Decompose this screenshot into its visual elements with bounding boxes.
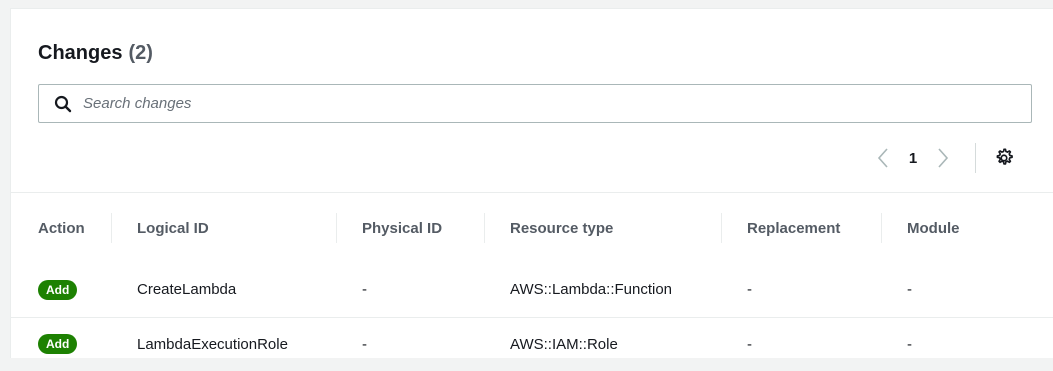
cell-module: - — [907, 281, 912, 299]
table-row[interactable]: Add CreateLambda - AWS::Lambda::Function… — [11, 263, 1053, 317]
changes-table: Action Logical ID Physical ID Resource t… — [11, 193, 1053, 371]
previous-page-button[interactable] — [869, 144, 897, 172]
column-header-logical-id[interactable]: Logical ID — [112, 193, 337, 263]
column-header-action[interactable]: Action — [11, 193, 112, 263]
column-header-label: Resource type — [510, 219, 614, 237]
column-header-label: Logical ID — [137, 219, 209, 237]
column-header-physical-id[interactable]: Physical ID — [337, 193, 485, 263]
search-input[interactable] — [83, 95, 983, 112]
cell-action: Add — [11, 263, 112, 317]
next-page-button[interactable] — [929, 144, 957, 172]
cell-resource-type: AWS::IAM::Role — [485, 316, 722, 371]
pager-divider — [975, 143, 976, 173]
changes-count: (2) — [128, 42, 153, 64]
column-header-resource-type[interactable]: Resource type — [485, 193, 722, 263]
status-badge: Add — [38, 279, 78, 300]
changes-panel: Changes (2) 1 — [10, 8, 1053, 371]
chevron-right-icon — [938, 148, 949, 168]
cell-replacement: - — [722, 316, 882, 371]
cell-logical-id: CreateLambda — [137, 281, 237, 299]
cell-module: - — [882, 316, 1053, 371]
changes-header: Changes (2) — [38, 42, 153, 65]
column-header-label: Action — [38, 219, 85, 237]
table-row[interactable]: Add LambdaExecutionRole - AWS::IAM::Role… — [11, 316, 1053, 371]
current-page-number[interactable]: 1 — [897, 150, 929, 167]
cell-logical-id: LambdaExecutionRole — [112, 316, 337, 371]
column-header-replacement[interactable]: Replacement — [722, 193, 882, 263]
cell-replacement: - — [747, 281, 752, 299]
cell-resource-type: AWS::Lambda::Function — [510, 281, 673, 299]
chevron-left-icon — [877, 148, 888, 168]
column-header-label: Replacement — [747, 219, 841, 237]
search-box[interactable] — [38, 84, 1032, 123]
pagination: 1 — [869, 143, 1016, 173]
column-header-label: Module — [907, 219, 960, 237]
cell-physical-id: - — [362, 281, 367, 299]
page-title: Changes — [38, 42, 123, 64]
preferences-button[interactable] — [992, 146, 1016, 170]
status-badge: Add — [38, 334, 78, 355]
column-header-label: Physical ID — [362, 219, 443, 237]
gear-icon — [996, 148, 1013, 165]
column-header-module[interactable]: Module — [882, 193, 1053, 263]
search-icon — [53, 94, 73, 114]
table-header-row: Action Logical ID Physical ID Resource t… — [11, 193, 1053, 263]
cell-physical-id: - — [337, 316, 485, 371]
cell-action: Add — [11, 316, 112, 371]
